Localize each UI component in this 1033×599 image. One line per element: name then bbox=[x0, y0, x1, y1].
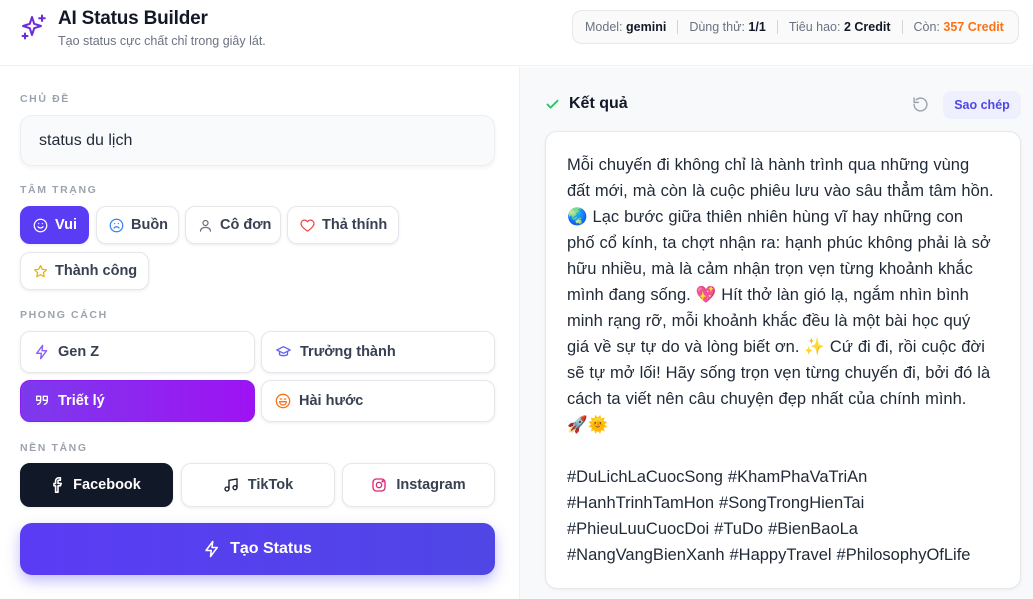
sad-icon bbox=[109, 218, 124, 232]
generate-button-label: Tạo Status bbox=[230, 540, 312, 557]
mood-label: TÂM TRẠNG bbox=[20, 184, 98, 196]
style-card-hai-huoc[interactable]: Hài hước bbox=[261, 380, 495, 422]
trial-label: Dùng thử: bbox=[689, 20, 745, 34]
style-card-label: Gen Z bbox=[58, 344, 100, 360]
remaining-credit-stat: Còn: 357 Credit bbox=[914, 20, 1004, 34]
app-header: AI Status Builder Tạo status cực chất ch… bbox=[0, 0, 1033, 66]
app-title: AI Status Builder bbox=[58, 8, 208, 29]
mood-chip-tha-thinh[interactable]: Thả thính bbox=[287, 206, 399, 244]
mood-chip-label: Thả thính bbox=[322, 217, 388, 233]
quote-icon bbox=[36, 395, 48, 405]
mood-chip-vui[interactable]: Vui bbox=[20, 206, 89, 244]
style-card-truong-thanh[interactable]: Trưởng thành bbox=[261, 331, 495, 373]
zap-icon bbox=[205, 540, 219, 558]
smile-icon bbox=[33, 218, 48, 232]
mood-chip-buon[interactable]: Buồn bbox=[96, 206, 179, 244]
style-card-gen-z[interactable]: Gen Z bbox=[20, 331, 255, 373]
style-card-triet-ly[interactable]: Triết lý bbox=[20, 380, 255, 422]
sparkles-icon bbox=[21, 14, 46, 40]
topic-label: CHỦ ĐỀ bbox=[20, 93, 70, 105]
copy-button[interactable]: Sao chép bbox=[943, 91, 1021, 119]
cost-value: 2 Credit bbox=[843, 20, 891, 34]
usage-stats-bar: Model: gemini Dùng thử: 1/1 Tiêu hao: 2 … bbox=[572, 10, 1019, 44]
result-text: Mỗi chuyến đi không chỉ là hành trình qu… bbox=[567, 156, 994, 564]
refresh-icon[interactable] bbox=[912, 96, 929, 113]
mood-chip-thanh-cong[interactable]: Thành công bbox=[20, 252, 149, 290]
mood-chip-label: Buồn bbox=[131, 217, 169, 233]
cost-stat: Tiêu hao: 2 Credit bbox=[789, 20, 891, 34]
platform-label-text: Facebook bbox=[73, 477, 141, 493]
cost-label: Tiêu hao: bbox=[788, 20, 841, 34]
platform-label: NỀN TẢNG bbox=[20, 442, 88, 454]
divider bbox=[677, 20, 679, 34]
mood-chip-label: Vui bbox=[55, 217, 78, 233]
mood-chip-co-don[interactable]: Cô đơn bbox=[185, 206, 281, 244]
laugh-icon bbox=[275, 393, 291, 409]
remaining-label: Còn: bbox=[913, 20, 940, 34]
platform-label-text: Instagram bbox=[396, 477, 466, 493]
zap-icon bbox=[36, 344, 48, 360]
check-icon bbox=[546, 99, 559, 109]
tiktok-icon bbox=[224, 478, 238, 492]
style-card-label: Hài hước bbox=[299, 393, 364, 409]
style-card-label: Trưởng thành bbox=[300, 344, 396, 360]
star-icon bbox=[33, 264, 48, 277]
result-title: Kết quả bbox=[569, 95, 628, 112]
graduation-cap-icon bbox=[276, 346, 291, 357]
facebook-icon bbox=[53, 477, 63, 493]
model-value: gemini bbox=[626, 20, 667, 34]
generate-status-button[interactable]: Tạo Status bbox=[20, 523, 495, 575]
result-box: Mỗi chuyến đi không chỉ là hành trình qu… bbox=[545, 131, 1021, 589]
mood-chip-label: Cô đơn bbox=[220, 217, 272, 233]
model-label: Model: bbox=[585, 20, 623, 34]
style-card-label: Triết lý bbox=[58, 393, 105, 409]
result-panel: Kết quả Sao chép Mỗi chuyến đi không chỉ… bbox=[519, 67, 1033, 599]
platform-tiktok[interactable]: TikTok bbox=[181, 463, 335, 507]
platform-label-text: TikTok bbox=[247, 477, 294, 493]
divider bbox=[901, 20, 903, 34]
mood-chip-label: Thành công bbox=[55, 263, 138, 279]
trial-value: 1/1 bbox=[748, 20, 766, 34]
topic-input[interactable]: status du lịch bbox=[20, 115, 495, 166]
style-label: PHONG CÁCH bbox=[20, 309, 108, 321]
user-icon bbox=[199, 219, 212, 232]
model-stat: Model: gemini bbox=[585, 20, 666, 34]
heart-icon bbox=[300, 219, 315, 232]
trial-stat: Dùng thử: 1/1 bbox=[689, 20, 766, 34]
platform-facebook[interactable]: Facebook bbox=[20, 463, 173, 507]
divider bbox=[776, 20, 778, 34]
remaining-value: 357 Credit bbox=[943, 20, 1004, 34]
platform-instagram[interactable]: Instagram bbox=[342, 463, 495, 507]
builder-form: CHỦ ĐỀ status du lịch TÂM TRẠNG Vui Buồn… bbox=[0, 67, 519, 599]
app-subtitle: Tạo status cực chất chỉ trong giây lát. bbox=[58, 34, 266, 48]
instagram-icon bbox=[372, 478, 387, 492]
